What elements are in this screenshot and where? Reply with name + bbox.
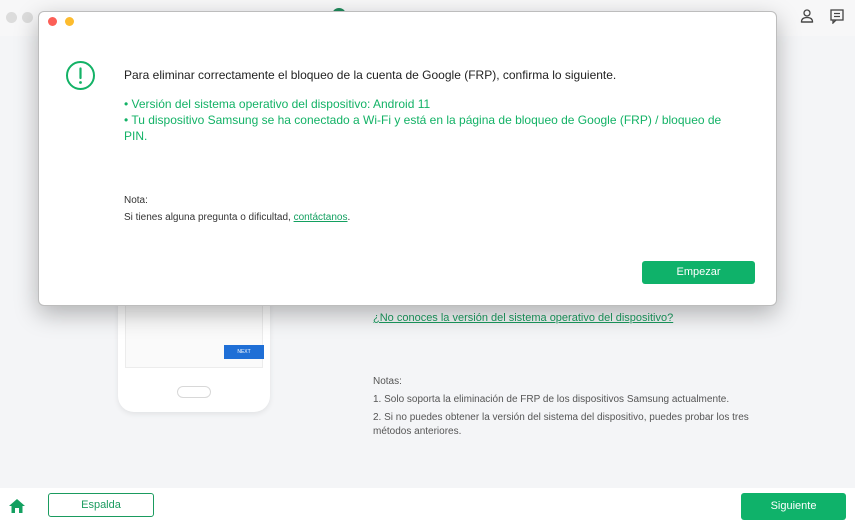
alert-circle-icon [65,60,96,91]
dialog-close-button[interactable] [48,17,57,26]
user-icon[interactable] [799,8,815,24]
phone-home-button [177,386,211,398]
requirements-list: • Versión del sistema operativo del disp… [124,96,744,144]
note-text-body: Si tienes alguna pregunta o dificultad, [124,212,294,223]
note-item: 2. Si no puedes obtener la versión del s… [373,412,749,437]
feedback-icon[interactable] [829,8,845,25]
notes-section: Notas: 1. Solo soporta la eliminación de… [373,375,773,443]
note-label: Nota: [124,195,148,206]
requirement-item: • Versión del sistema operativo del disp… [124,97,431,111]
contact-link[interactable]: contáctanos [294,212,348,223]
back-button[interactable]: Espalda [48,493,154,517]
window-minimize-button[interactable] [22,12,33,23]
note-text-end: . [347,212,351,223]
next-button[interactable]: Siguiente [741,493,846,520]
dialog-heading: Para eliminar correctamente el bloqueo d… [124,68,617,82]
window-close-button[interactable] [6,12,17,23]
requirement-item: • Tu dispositivo Samsung se ha conectado… [124,113,722,143]
note-text: Si tienes alguna pregunta o dificultad, … [124,212,350,223]
bottom-bar: Espalda Siguiente [0,488,855,523]
frp-confirm-dialog: Para eliminar correctamente el bloqueo d… [38,11,777,306]
phone-next-label: NEXT [224,345,264,359]
home-icon[interactable] [8,498,26,514]
os-version-help-link[interactable]: ¿No conoces la versión del sistema opera… [373,312,673,324]
notes-title: Notas: [373,376,402,387]
note-item: 1. Solo soporta la eliminación de FRP de… [373,394,730,405]
start-button[interactable]: Empezar [642,261,755,284]
dialog-minimize-button[interactable] [65,17,74,26]
